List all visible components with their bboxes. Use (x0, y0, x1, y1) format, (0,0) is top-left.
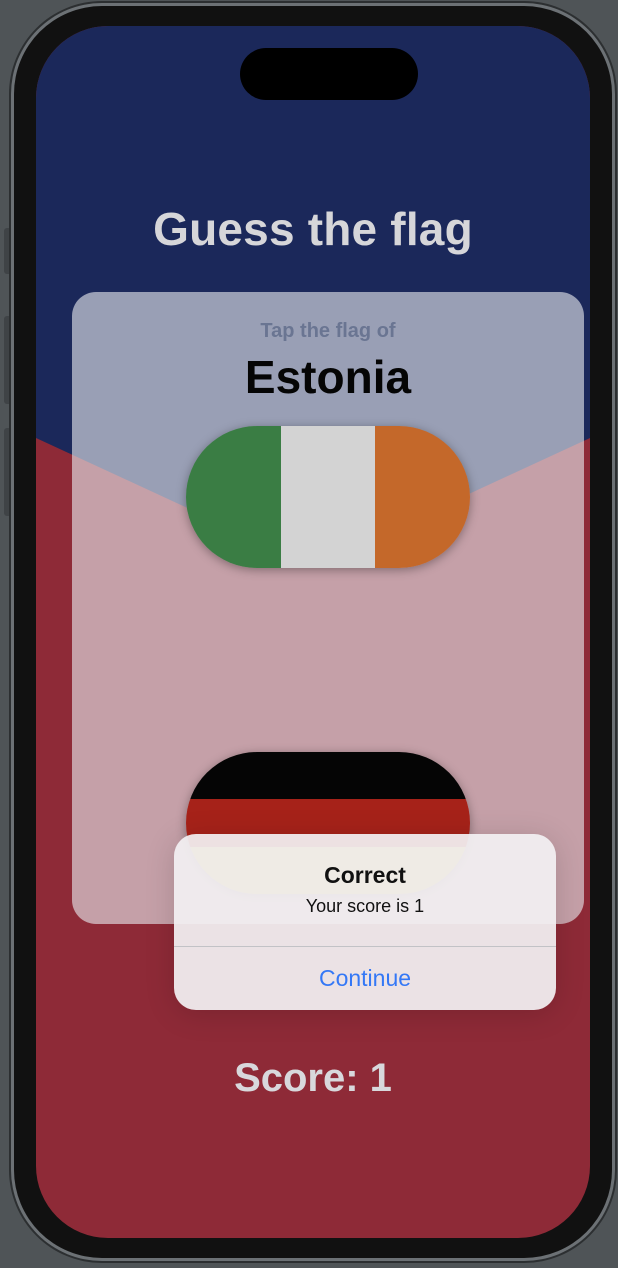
screen: Guess the flag Tap the flag of Estonia C… (36, 26, 590, 1238)
volume-up-button[interactable] (4, 316, 12, 404)
dynamic-island (240, 48, 418, 100)
continue-button[interactable]: Continue (174, 947, 556, 1010)
score-label: Score: 1 (234, 1056, 392, 1100)
prompt-label: Tap the flag of (260, 320, 396, 342)
device-frame: Guess the flag Tap the flag of Estonia C… (14, 6, 612, 1258)
action-button[interactable] (4, 228, 12, 274)
alert-title: Correct (324, 862, 406, 888)
flag-stripe (186, 752, 470, 800)
ireland-flag-button[interactable] (186, 426, 470, 568)
volume-down-button[interactable] (4, 428, 12, 516)
question-card: Tap the flag of Estonia Correct Your sco… (72, 292, 584, 1010)
flag-stripe (280, 426, 376, 568)
result-alert: Correct Your score is 1 Continue (174, 834, 556, 1010)
flag-stripe (186, 426, 281, 568)
alert-message: Your score is 1 (305, 896, 425, 916)
app-title: Guess the flag (153, 203, 473, 255)
flag-stripe (375, 426, 470, 568)
country-name: Estonia (244, 351, 412, 403)
